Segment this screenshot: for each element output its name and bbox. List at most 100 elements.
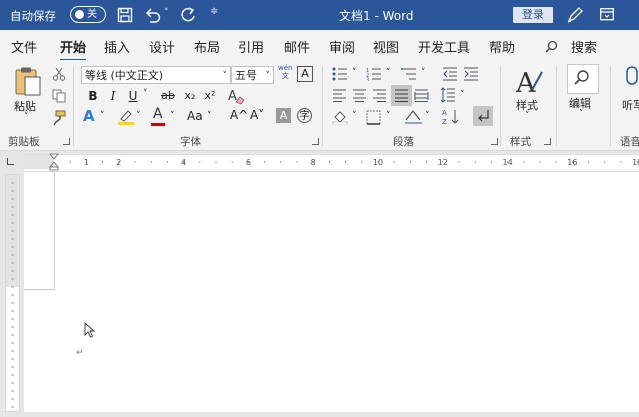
increase-indent-icon[interactable] xyxy=(463,67,479,81)
character-shading-icon[interactable]: A xyxy=(276,108,291,123)
ruler-tick-label: 4 xyxy=(181,158,186,167)
enclose-characters-icon[interactable]: 字 xyxy=(297,108,312,123)
search-label[interactable]: 搜索 xyxy=(571,37,597,56)
numbering-icon[interactable]: 123 xyxy=(366,67,382,81)
ribbon-display-icon[interactable] xyxy=(600,8,614,21)
phonetic-guide-icon[interactable]: wén 文 xyxy=(278,64,292,80)
tab-view[interactable]: 视图 xyxy=(373,37,399,56)
character-border-icon[interactable]: A xyxy=(297,66,313,82)
login-button[interactable]: 登录 xyxy=(513,7,553,23)
tab-insert[interactable]: 插入 xyxy=(104,37,130,56)
shading-icon[interactable] xyxy=(332,109,348,125)
line-spacing-dropdown-icon[interactable]: ˅ xyxy=(460,90,465,100)
align-right-icon[interactable] xyxy=(372,89,387,102)
borders-dropdown-icon[interactable]: ˅ xyxy=(386,111,391,121)
ruler-tick-label: 16 xyxy=(567,158,577,167)
styles-launcher-icon[interactable] xyxy=(544,138,551,145)
autosave-toggle[interactable]: 关 xyxy=(70,6,106,23)
bullets-icon[interactable] xyxy=(332,67,348,81)
tab-file[interactable]: 文件 xyxy=(11,37,37,56)
font-color-icon[interactable]: A xyxy=(153,106,163,122)
tab-references[interactable]: 引用 xyxy=(238,37,264,56)
horizontal-ruler[interactable]: 124681012141618 xyxy=(24,153,639,172)
grow-font-button[interactable]: A^ xyxy=(230,108,248,122)
redo-icon[interactable] xyxy=(180,6,198,24)
paste-dropdown-icon[interactable]: ˅ xyxy=(24,112,29,122)
font-name-combo[interactable]: 等线 (中文正文) ˅ xyxy=(81,66,231,84)
dictate-label[interactable]: 听写 xyxy=(622,97,639,113)
cut-icon[interactable] xyxy=(52,67,66,81)
svg-text:A: A xyxy=(442,109,447,117)
undo-dropdown-icon[interactable]: ˅ xyxy=(164,8,169,18)
sort-icon[interactable]: A Z xyxy=(442,108,460,126)
tab-selector-icon[interactable] xyxy=(7,158,14,165)
tab-review[interactable]: 审阅 xyxy=(329,37,355,56)
tab-layout[interactable]: 布局 xyxy=(194,37,220,56)
editing-dropdown-icon[interactable]: ˅ xyxy=(579,109,584,119)
paragraph-mark-icon[interactable] xyxy=(475,108,491,124)
bold-button[interactable]: B xyxy=(84,87,102,105)
justify-icon[interactable] xyxy=(394,89,409,102)
chinese-layout-icon[interactable] xyxy=(404,108,424,126)
paste-icon[interactable] xyxy=(13,66,43,98)
undo-icon[interactable] xyxy=(144,7,162,23)
format-painter-icon[interactable] xyxy=(51,110,67,126)
group-divider xyxy=(610,66,611,146)
superscript-button[interactable]: x² xyxy=(201,87,219,105)
underline-dropdown-icon[interactable]: ˅ xyxy=(143,89,148,99)
copy-icon[interactable] xyxy=(52,89,66,103)
tab-mailings[interactable]: 邮件 xyxy=(284,37,310,56)
find-icon[interactable] xyxy=(573,69,591,87)
shading-dropdown-icon[interactable]: ˅ xyxy=(352,111,357,121)
ribbon: 粘贴 ˅ 剪贴板 等线 (中文正文) ˅ 五号 ˅ wén 文 A B I U … xyxy=(0,60,639,151)
multilevel-dropdown-icon[interactable]: ˅ xyxy=(421,68,426,78)
svg-text:A: A xyxy=(228,89,237,104)
highlight-icon[interactable] xyxy=(117,108,135,126)
vertical-ruler[interactable] xyxy=(5,174,20,412)
title-bar: 自动保存 关 ˅ ≑ 文档1 - Word 登录 xyxy=(0,0,639,30)
ruler-tick-label: 10 xyxy=(373,158,383,167)
strikethrough-button[interactable]: ab xyxy=(157,87,179,105)
text-effects-icon[interactable]: A xyxy=(83,107,95,125)
borders-icon[interactable] xyxy=(366,110,381,125)
multilevel-list-icon[interactable] xyxy=(401,67,417,81)
underline-button[interactable]: U xyxy=(124,87,142,105)
text-effects-dropdown-icon[interactable]: ˅ xyxy=(100,111,105,121)
paragraph-launcher-icon[interactable] xyxy=(491,138,498,145)
customize-toolbar-icon[interactable]: ≑ xyxy=(210,6,218,17)
chinese-layout-dropdown-icon[interactable]: ˅ xyxy=(425,111,430,121)
chevron-down-icon: ˅ xyxy=(222,71,228,81)
document-page[interactable]: ↵ xyxy=(24,172,639,412)
margin-corner-guide xyxy=(24,172,55,290)
distributed-icon[interactable] xyxy=(414,89,429,102)
search-icon[interactable] xyxy=(545,40,558,53)
change-case-dropdown-icon[interactable]: ˅ xyxy=(207,111,212,121)
font-size-combo[interactable]: 五号 ˅ xyxy=(231,66,274,84)
tab-design[interactable]: 设计 xyxy=(149,37,175,56)
font-color-dropdown-icon[interactable]: ˅ xyxy=(170,111,175,121)
italic-button[interactable]: I xyxy=(104,87,122,105)
save-icon[interactable] xyxy=(117,7,133,23)
styles-dropdown-icon[interactable]: ˅ xyxy=(525,111,530,121)
microphone-icon[interactable] xyxy=(624,66,639,94)
line-spacing-icon[interactable] xyxy=(440,87,456,103)
align-left-icon[interactable] xyxy=(332,89,347,102)
shrink-font-button[interactable]: A˅ xyxy=(250,108,264,122)
decrease-indent-icon[interactable] xyxy=(442,67,458,81)
tab-help[interactable]: 帮助 xyxy=(489,37,515,56)
numbering-dropdown-icon[interactable]: ˅ xyxy=(386,68,391,78)
subscript-button[interactable]: x₂ xyxy=(181,87,199,105)
styles-icon[interactable]: A xyxy=(514,66,544,98)
clipboard-launcher-icon[interactable] xyxy=(63,138,70,145)
change-case-button[interactable]: Aa xyxy=(187,109,203,123)
align-center-icon[interactable] xyxy=(352,89,367,102)
tab-developer[interactable]: 开发工具 xyxy=(418,37,470,56)
clear-formatting-icon[interactable]: A xyxy=(227,87,245,105)
group-divider xyxy=(500,66,501,146)
pen-icon[interactable] xyxy=(566,6,584,24)
tab-home[interactable]: 开始 xyxy=(60,37,87,62)
font-launcher-icon[interactable] xyxy=(312,138,319,145)
bullets-dropdown-icon[interactable]: ˅ xyxy=(352,68,357,78)
highlight-dropdown-icon[interactable]: ˅ xyxy=(136,111,141,121)
ruler-tick-label: 14 xyxy=(503,158,513,167)
